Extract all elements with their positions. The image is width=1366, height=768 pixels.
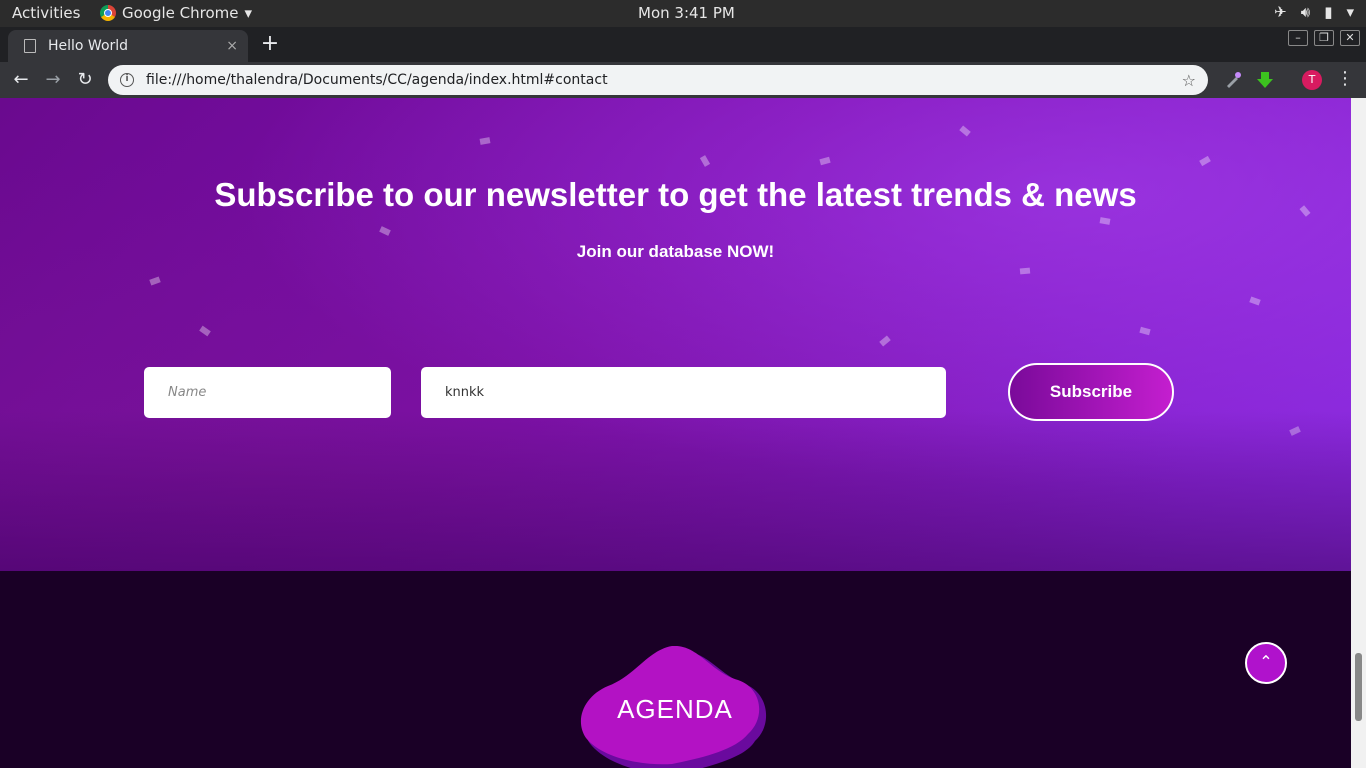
email-input[interactable] xyxy=(421,367,946,418)
chevron-down-icon: ▾ xyxy=(244,4,253,22)
battery-icon: ▮ xyxy=(1324,3,1333,21)
activities-button[interactable]: Activities xyxy=(12,4,80,22)
system-menu-icon: ▾ xyxy=(1346,3,1354,21)
newsletter-heading: Subscribe to our newsletter to get the l… xyxy=(214,176,1137,213)
info-icon[interactable]: i xyxy=(120,73,134,87)
eyedropper-icon[interactable] xyxy=(1224,71,1242,89)
bookmark-star-icon[interactable]: ☆ xyxy=(1182,71,1196,90)
window-controls: – ❐ ✕ xyxy=(1288,30,1360,46)
url-text[interactable]: file:///home/thalendra/Documents/CC/agen… xyxy=(146,72,1182,88)
profile-avatar[interactable]: T xyxy=(1302,70,1322,90)
page-scrollbar[interactable] xyxy=(1351,98,1366,768)
clock[interactable]: Mon 3:41 PM xyxy=(638,4,735,22)
subscribe-button[interactable]: Subscribe xyxy=(1008,363,1174,421)
chrome-icon xyxy=(100,5,116,21)
newsletter-subheading: Join our database NOW! xyxy=(576,242,775,261)
restore-button[interactable]: ❐ xyxy=(1314,30,1334,46)
web-page: Subscribe to our newsletter to get the l… xyxy=(0,98,1351,768)
tab-hello-world[interactable]: Hello World × xyxy=(8,30,248,62)
minimize-button[interactable]: – xyxy=(1288,30,1308,46)
address-bar[interactable]: i file:///home/thalendra/Documents/CC/ag… xyxy=(108,65,1208,95)
browser-toolbar: ← → ↻ i file:///home/thalendra/Documents… xyxy=(0,62,1366,98)
tab-title: Hello World xyxy=(48,38,129,54)
crowd-image xyxy=(0,411,1351,571)
forward-button[interactable]: → xyxy=(42,69,64,91)
app-menu[interactable]: Google Chrome ▾ xyxy=(100,4,252,22)
close-window-button[interactable]: ✕ xyxy=(1340,30,1360,46)
app-name: Google Chrome xyxy=(122,4,239,22)
newsletter-section: Subscribe to our newsletter to get the l… xyxy=(0,98,1351,571)
close-icon[interactable]: × xyxy=(226,38,238,54)
logo-text[interactable]: AGENDA xyxy=(580,694,770,725)
reload-button[interactable]: ↻ xyxy=(74,69,96,91)
system-top-bar: Activities Google Chrome ▾ Mon 3:41 PM ✈… xyxy=(0,0,1366,27)
tab-strip: Hello World × + – ❐ ✕ xyxy=(0,27,1366,62)
volume-icon: 🔊︎ xyxy=(1300,3,1311,21)
name-input[interactable] xyxy=(144,367,391,418)
back-to-top-button[interactable]: ⌃ xyxy=(1245,642,1287,684)
menu-icon[interactable]: ⋮ xyxy=(1336,68,1354,89)
back-button[interactable]: ← xyxy=(10,69,32,91)
airplane-icon: ✈ xyxy=(1274,3,1287,21)
document-icon xyxy=(24,39,36,53)
download-extension-icon[interactable] xyxy=(1256,71,1274,89)
footer: AGENDA xyxy=(0,571,1351,768)
scrollbar-thumb[interactable] xyxy=(1355,653,1362,721)
system-tray[interactable]: ✈ 🔊︎ ▮ ▾ xyxy=(1274,3,1354,21)
new-tab-button[interactable]: + xyxy=(258,33,282,57)
